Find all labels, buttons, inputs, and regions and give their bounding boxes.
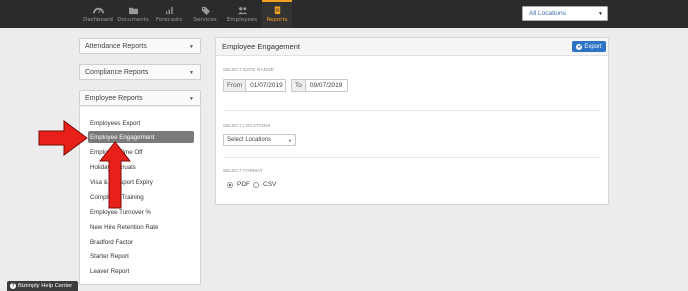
nav-documents[interactable]: Documents [117, 0, 149, 28]
top-nav-bar: Dashboard Documents Forecasts Services E… [0, 0, 688, 28]
annotation-arrow-right-icon [38, 120, 88, 156]
accordion-label: Attendance Reports [85, 42, 147, 50]
format-option-label: PDF [237, 181, 250, 188]
to-date-value: 09/07/2019 [309, 82, 343, 89]
nav-dashboard[interactable]: Dashboard [83, 0, 113, 28]
caret-down-icon: ▼ [598, 11, 603, 17]
locations-label: SELECT LOCATIONS [223, 123, 271, 128]
to-date-field[interactable]: To 09/07/2019 [291, 79, 348, 92]
caret-down-icon: ▼ [189, 96, 194, 102]
radio-unselected-icon [253, 181, 259, 188]
bar-chart-icon [165, 6, 173, 14]
nav-forecasts[interactable]: Forecasts [155, 0, 183, 28]
caret-down-icon: ▼ [288, 138, 292, 143]
accordion-compliance-reports[interactable]: Compliance Reports ▼ [79, 64, 201, 80]
annotation-arrow-up-icon [99, 141, 131, 209]
caret-down-icon: ▼ [189, 44, 194, 50]
tag-icon [201, 6, 210, 15]
from-date-field[interactable]: From 01/07/2019 [223, 79, 286, 92]
report-item-employees-export[interactable]: Employees Export [88, 117, 194, 129]
format-option-pdf[interactable]: PDF [227, 181, 250, 188]
accordion-label: Employee Reports [85, 94, 143, 102]
accordion-attendance-reports[interactable]: Attendance Reports ▼ [79, 38, 201, 54]
location-selector-value: All Locations [529, 10, 566, 17]
report-item-new-hire-retention-rate[interactable]: New Hire Retention Rate [88, 221, 194, 233]
employee-report-list: Employees Export Employee Engagement Emp… [79, 107, 201, 285]
radio-selected-icon [227, 181, 233, 188]
from-date-value: 01/07/2019 [250, 82, 283, 89]
folder-icon [128, 7, 138, 14]
format-option-csv[interactable]: CSV [253, 181, 276, 188]
nav-label: Dashboard [83, 16, 113, 23]
format-option-label: CSV [263, 181, 277, 188]
nav-label: Forecasts [155, 16, 183, 23]
divider [223, 110, 601, 111]
export-button-label: Export [584, 43, 602, 50]
nav-label: Employees [226, 16, 258, 23]
question-icon: ? [10, 283, 16, 289]
locations-dropdown[interactable]: Select Locations ▼ [223, 134, 296, 146]
export-button[interactable]: Export [572, 41, 606, 52]
report-panel: Employee Engagement Export SELECT DATE R… [215, 37, 609, 205]
nav-services[interactable]: Services [193, 0, 217, 28]
nav-label: Reports [266, 16, 288, 23]
people-icon [237, 6, 247, 14]
reports-icon [274, 5, 280, 14]
panel-header: Employee Engagement Export [216, 38, 608, 56]
location-selector[interactable]: All Locations ▼ [522, 6, 608, 21]
to-addon: To [292, 80, 306, 91]
caret-down-icon: ▼ [189, 70, 194, 76]
from-addon: From [224, 80, 247, 91]
help-center-label: Bizimply Help Center [18, 283, 73, 289]
check-circle-icon [576, 43, 583, 50]
accordion-label: Compliance Reports [85, 68, 149, 76]
nav-employees[interactable]: Employees [227, 0, 257, 28]
report-item-starter-report[interactable]: Starter Report [88, 250, 194, 262]
accordion-employee-reports[interactable]: Employee Reports ▼ [79, 90, 201, 106]
nav-reports[interactable]: Reports [262, 0, 292, 28]
dashboard-icon [92, 7, 104, 13]
nav-label: Services [193, 16, 217, 23]
help-center-button[interactable]: ? Bizimply Help Center [7, 281, 78, 291]
format-label: SELECT FORMAT [223, 168, 263, 173]
report-item-bradford-factor[interactable]: Bradford Factor [88, 236, 194, 248]
report-item-leaver-report[interactable]: Leaver Report [88, 265, 194, 277]
date-range-label: SELECT DATE RANGE [223, 67, 274, 72]
divider [223, 157, 601, 158]
locations-dropdown-value: Select Locations [227, 137, 272, 143]
panel-title: Employee Engagement [222, 42, 300, 51]
nav-label: Documents [117, 16, 149, 23]
